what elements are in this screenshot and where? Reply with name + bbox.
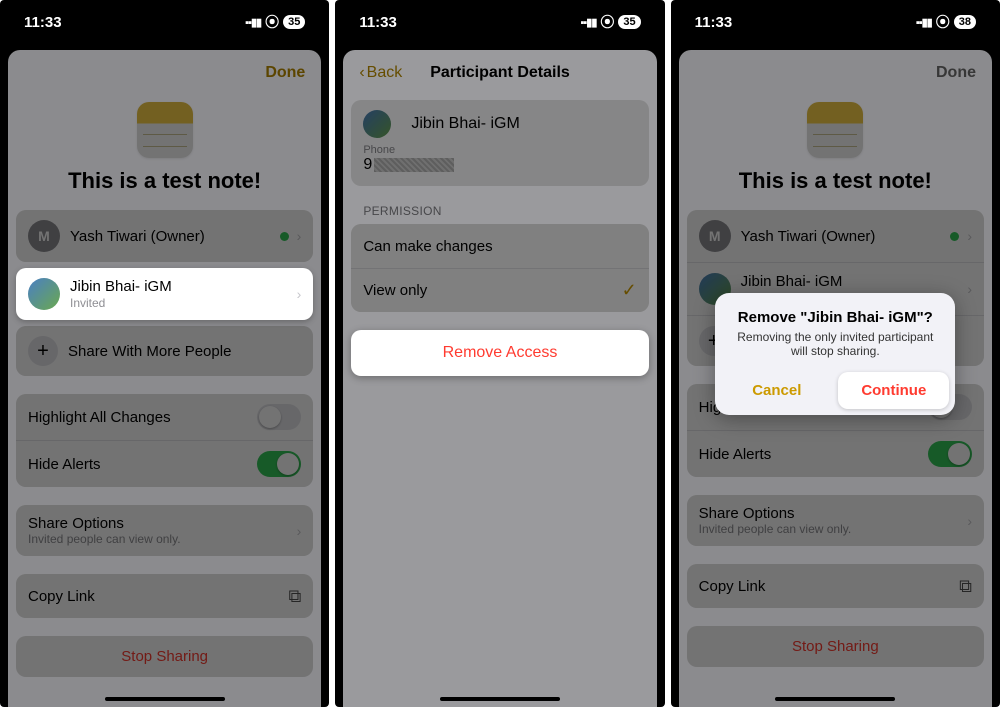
done-button[interactable]: Done (265, 64, 305, 82)
permission-view-row[interactable]: View only ✓ (351, 268, 648, 312)
remove-access-button[interactable]: Remove Access (351, 330, 648, 376)
share-options-row[interactable]: Share Options Invited people can view on… (16, 505, 313, 556)
status-time: 11:33 (24, 14, 62, 31)
battery-level: 35 (283, 15, 305, 29)
checkmark-icon: ✓ (622, 280, 637, 301)
plus-icon: + (28, 336, 58, 366)
stop-sharing-button[interactable]: Stop Sharing (16, 636, 313, 677)
participant-name: Jibin Bhai- iGM (411, 115, 519, 133)
participant-owner-row[interactable]: M Yash Tiwari (Owner) › (16, 210, 313, 262)
screenshot-share-sheet: 11:33 ▪▪▮▮ ⦿ 35 Done This is a test note… (0, 0, 329, 707)
chevron-right-icon: › (297, 523, 302, 539)
continue-button[interactable]: Continue (838, 372, 949, 409)
phone-label: Phone (363, 144, 636, 156)
hide-alerts-label: Hide Alerts (28, 456, 257, 473)
share-options-title: Share Options (28, 515, 291, 532)
copy-icon: ⧉ (288, 586, 301, 607)
status-bar: 11:33 ▪▪▮▮ ⦿ 35 (335, 0, 664, 44)
screenshot-participant-details: 11:33 ▪▪▮▮ ⦿ 35 ‹ Back Participant Detai… (335, 0, 664, 707)
home-indicator[interactable] (105, 697, 225, 701)
share-options-sub: Invited people can view only. (28, 532, 291, 546)
wifi-icon: ⦿ (600, 12, 614, 32)
copy-link-row[interactable]: Copy Link ⧉ (16, 574, 313, 618)
participant-card: Jibin Bhai- iGM Phone 9 (351, 100, 648, 186)
share-more-row[interactable]: + Share With More People (16, 326, 313, 376)
note-title: This is a test note! (8, 168, 321, 194)
invitee-status: Invited (70, 296, 291, 310)
cancel-button[interactable]: Cancel (721, 372, 832, 409)
permission-header: PERMISSION (343, 204, 656, 224)
copy-link-label: Copy Link (28, 588, 288, 605)
highlight-toggle[interactable] (257, 404, 301, 430)
redacted-icon (374, 158, 454, 172)
home-indicator[interactable] (440, 697, 560, 701)
hide-alerts-row[interactable]: Hide Alerts (16, 440, 313, 487)
can-make-label: Can make changes (363, 238, 636, 255)
hide-alerts-toggle[interactable] (257, 451, 301, 477)
remove-alert: Remove "Jibin Bhai- iGM"? Removing the o… (715, 293, 955, 415)
active-dot-icon (280, 232, 289, 241)
alert-title: Remove "Jibin Bhai- iGM"? (729, 309, 941, 326)
battery-level: 35 (618, 15, 640, 29)
phone-value: 9 (363, 156, 636, 174)
share-more-label: Share With More People (68, 343, 301, 360)
invitee-name: Jibin Bhai- iGM (70, 278, 291, 295)
avatar-photo (28, 278, 60, 310)
signal-icon: ▪▪▮▮ (245, 16, 261, 29)
view-only-label: View only (363, 282, 621, 299)
back-button[interactable]: ‹ Back (359, 64, 402, 82)
highlight-label: Highlight All Changes (28, 409, 257, 426)
alert-message: Removing the only invited participant wi… (729, 330, 941, 358)
chevron-right-icon: › (297, 228, 302, 244)
signal-icon: ▪▪▮▮ (581, 16, 597, 29)
highlight-changes-row[interactable]: Highlight All Changes (16, 394, 313, 440)
notes-app-icon (137, 102, 193, 158)
avatar-initial: M (28, 220, 60, 252)
chevron-left-icon: ‹ (359, 64, 364, 82)
permission-edit-row[interactable]: Can make changes (351, 224, 648, 268)
wifi-icon: ⦿ (265, 12, 279, 32)
status-bar: 11:33 ▪▪▮▮ ⦿ 35 (0, 0, 329, 44)
participant-invitee-row[interactable]: Jibin Bhai- iGM Invited › (16, 268, 313, 320)
avatar-photo (363, 110, 391, 138)
status-time: 11:33 (359, 14, 397, 31)
owner-name: Yash Tiwari (Owner) (70, 228, 280, 245)
alert-backdrop: Remove "Jibin Bhai- iGM"? Removing the o… (671, 0, 1000, 707)
back-label: Back (367, 64, 403, 82)
chevron-right-icon: › (297, 286, 302, 302)
screenshot-remove-alert: 11:33 ▪▪▮▮ ⦿ 38 Done This is a test note… (671, 0, 1000, 707)
